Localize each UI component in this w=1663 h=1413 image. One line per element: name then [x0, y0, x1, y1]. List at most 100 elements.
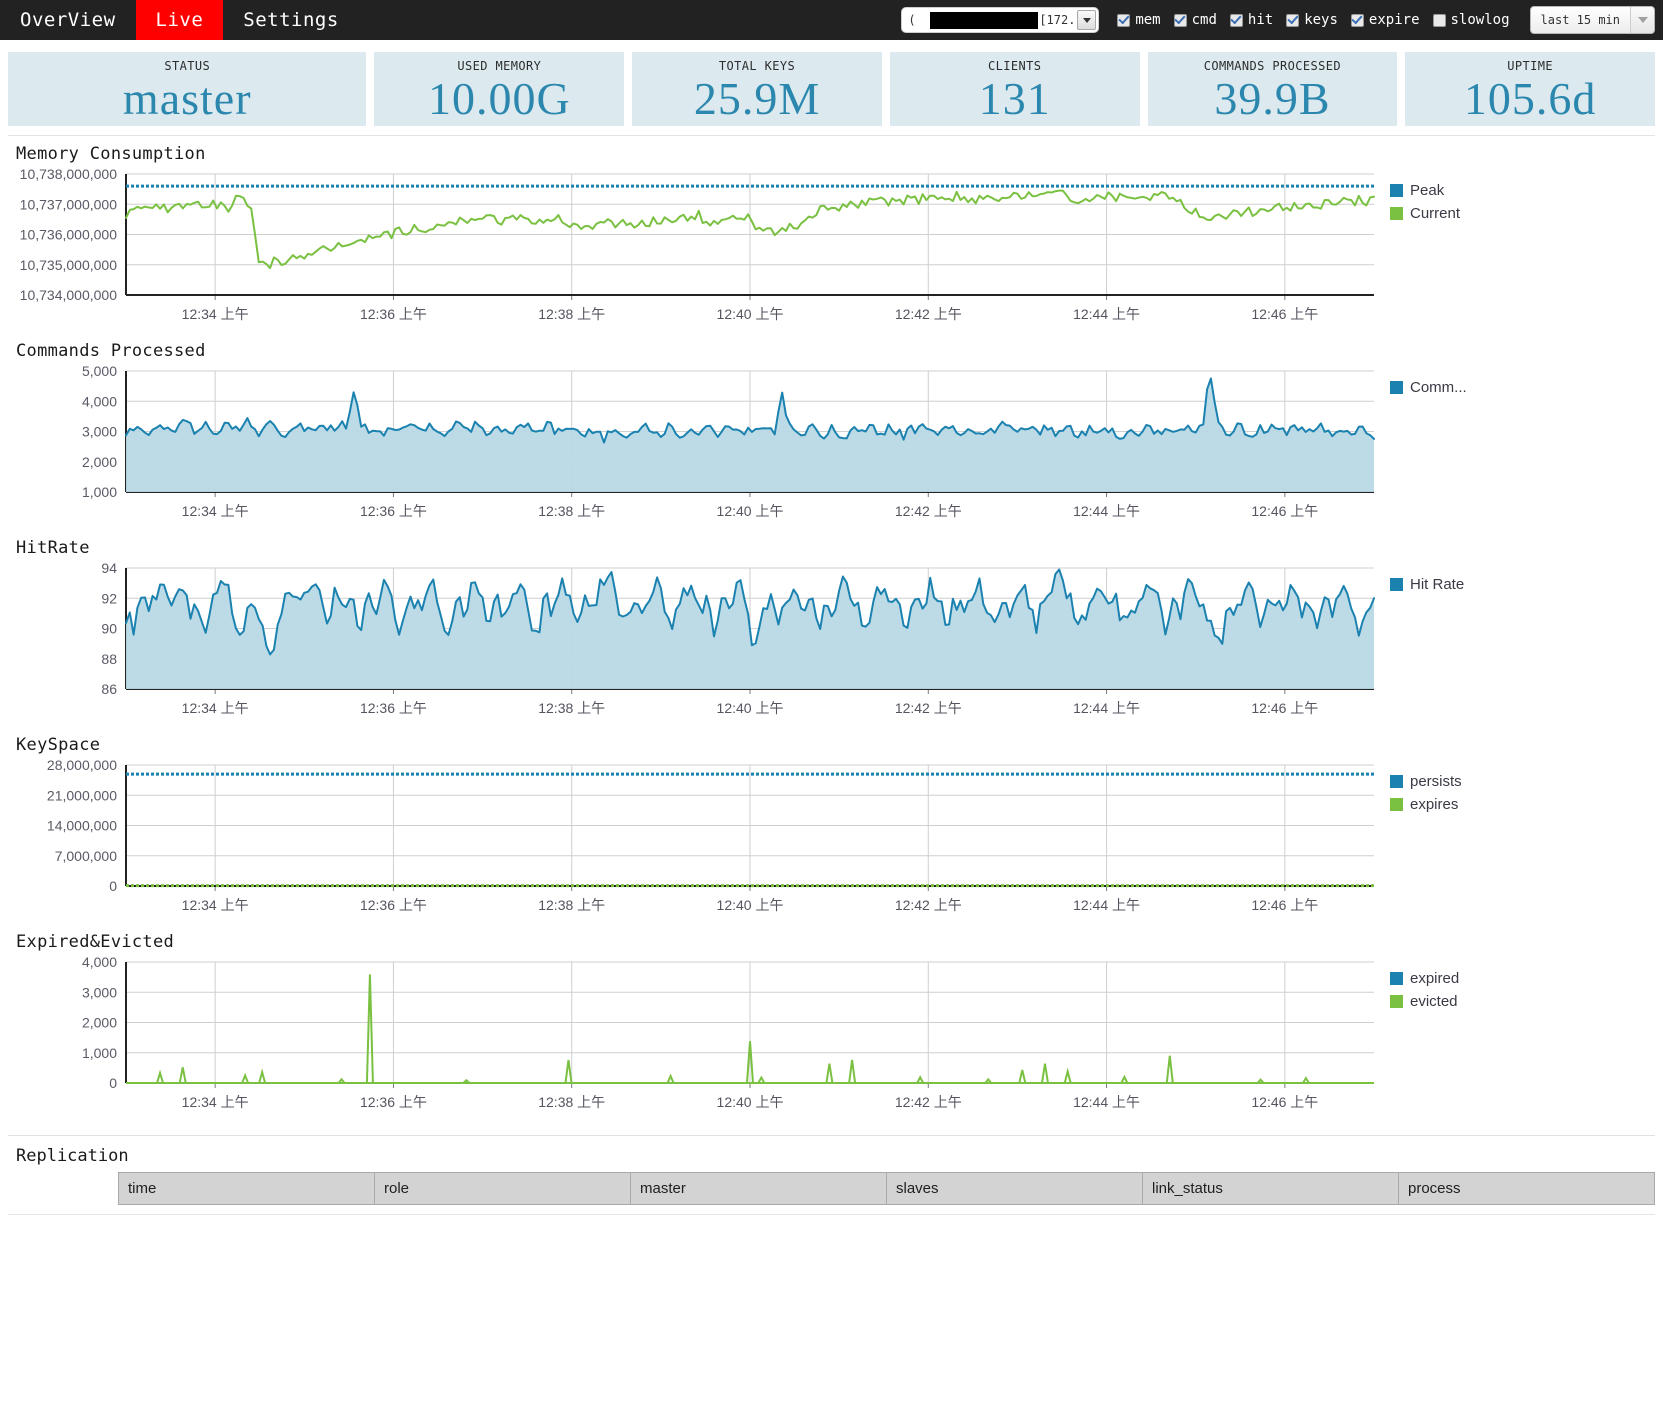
chevron-down-icon[interactable] — [1630, 7, 1654, 33]
checkbox-label-keys: keys — [1304, 12, 1338, 28]
chart-legend-memory-consumption: Peak Current — [1390, 168, 1460, 222]
svg-text:3,000: 3,000 — [82, 984, 117, 1000]
nav-item-settings[interactable]: Settings — [223, 0, 359, 40]
svg-text:12:44 上午: 12:44 上午 — [1073, 1094, 1140, 1110]
svg-text:0: 0 — [109, 878, 117, 894]
chart-title-commands-processed: Commands Processed — [16, 341, 206, 361]
svg-text:12:44 上午: 12:44 上午 — [1073, 897, 1140, 913]
chart-title-expired-evicted: Expired&Evicted — [16, 932, 175, 952]
svg-text:2,000: 2,000 — [82, 1015, 117, 1031]
legend-swatch-hit-rate — [1390, 578, 1403, 591]
column-header-role[interactable]: role — [374, 1172, 631, 1205]
top-navbar: OverView Live Settings ( [172.2 mem cmd … — [0, 0, 1663, 40]
svg-text:4,000: 4,000 — [82, 956, 117, 970]
chart-canvas-memory-consumption[interactable]: 10,734,000,000 10,735,000,000 10,736,000,0… — [8, 168, 1378, 333]
checkbox-cmd[interactable]: cmd — [1173, 12, 1217, 28]
checkbox-mem[interactable]: mem — [1117, 12, 1161, 28]
svg-text:7,000,000: 7,000,000 — [55, 848, 117, 864]
svg-text:10,737,000,000: 10,737,000,000 — [20, 196, 118, 212]
stat-value-uptime: 105.6d — [1463, 72, 1597, 122]
chart-legend-keyspace: persists expires — [1390, 759, 1462, 813]
time-range-label: last 15 min — [1540, 13, 1620, 27]
legend-item-persists[interactable]: persists — [1390, 773, 1462, 790]
chart-canvas-hitrate[interactable]: 86 88 90 92 94 12:34 上午 12:36 上午 12:38 上午 12:40 … — [8, 562, 1378, 727]
svg-text:1,000: 1,000 — [82, 1045, 117, 1061]
stat-value-used-memory: 10.00G — [427, 72, 571, 122]
nav-item-overview[interactable]: OverView — [0, 0, 136, 40]
checkbox-keys[interactable]: keys — [1286, 12, 1338, 28]
chart-canvas-commands-processed[interactable]: 1,000 2,000 3,000 4,000 5,000 12:34 上午 12:36 上… — [8, 365, 1378, 530]
legend-label-current: Current — [1410, 205, 1461, 222]
checkbox-label-cmd: cmd — [1191, 12, 1217, 28]
stat-value-clients: 131 — [978, 72, 1051, 122]
checkbox-icon-expire[interactable] — [1350, 13, 1364, 27]
chart-canvas-expired-evicted[interactable]: 0 1,000 2,000 3,000 4,000 12:34 上午 12:36 上午 12:… — [8, 956, 1378, 1121]
svg-text:12:42 上午: 12:42 上午 — [895, 700, 962, 716]
svg-text:12:46 上午: 12:46 上午 — [1251, 503, 1318, 519]
svg-text:12:46 上午: 12:46 上午 — [1251, 700, 1318, 716]
svg-text:12:40 上午: 12:40 上午 — [717, 503, 784, 519]
column-header-master[interactable]: master — [630, 1172, 887, 1205]
stat-card-total-keys: TOTAL KEYS 25.9M — [632, 52, 882, 126]
svg-text:12:38 上午: 12:38 上午 — [538, 306, 605, 322]
stats-divider — [8, 135, 1655, 136]
svg-text:21,000,000: 21,000,000 — [47, 787, 117, 803]
replication-section: Replication time role master slaves link… — [0, 1135, 1663, 1215]
svg-text:2,000: 2,000 — [82, 454, 117, 470]
replication-title: Replication — [16, 1146, 129, 1166]
chart-title-keyspace: KeySpace — [16, 735, 101, 755]
legend-item-evicted[interactable]: evicted — [1390, 993, 1459, 1010]
legend-item-peak[interactable]: Peak — [1390, 182, 1460, 199]
legend-item-commands[interactable]: Comm... — [1390, 379, 1467, 396]
svg-text:12:34 上午: 12:34 上午 — [182, 897, 249, 913]
checkbox-icon-slowlog[interactable] — [1432, 13, 1446, 27]
legend-swatch-persists — [1390, 775, 1403, 788]
checkbox-hit[interactable]: hit — [1229, 12, 1273, 28]
legend-swatch-commands — [1390, 381, 1403, 394]
time-range-select[interactable]: last 15 min — [1529, 6, 1655, 34]
column-header-process[interactable]: process — [1398, 1172, 1655, 1205]
legend-label-persists: persists — [1410, 773, 1462, 790]
legend-item-expires[interactable]: expires — [1390, 796, 1462, 813]
legend-item-hit-rate[interactable]: Hit Rate — [1390, 576, 1464, 593]
svg-text:12:40 上午: 12:40 上午 — [717, 306, 784, 322]
stat-label-status: STATUS — [164, 59, 211, 72]
chart-legend-expired-evicted: expired evicted — [1390, 956, 1459, 1010]
chart-canvas-keyspace[interactable]: 0 7,000,000 14,000,000 21,000,000 28,000,000… — [8, 759, 1378, 924]
checkbox-slowlog[interactable]: slowlog — [1432, 12, 1510, 28]
chevron-down-icon[interactable] — [1077, 10, 1097, 30]
checkbox-icon-hit[interactable] — [1229, 13, 1243, 27]
svg-text:12:38 上午: 12:38 上午 — [538, 897, 605, 913]
legend-label-peak: Peak — [1410, 182, 1445, 199]
stat-card-status: STATUS master — [8, 52, 367, 126]
svg-text:12:46 上午: 12:46 上午 — [1251, 897, 1318, 913]
chart-block-memory-consumption: Memory Consumption 10,734,000,000 10,735,… — [0, 144, 1663, 333]
column-header-link-status[interactable]: link_status — [1142, 1172, 1399, 1205]
svg-text:28,000,000: 28,000,000 — [47, 759, 117, 773]
chart-block-commands-processed: Commands Processed 1,000 2,000 3,000 4,000 5… — [0, 341, 1663, 530]
chart-legend-commands-processed: Comm... — [1390, 365, 1467, 396]
svg-text:10,738,000,000: 10,738,000,000 — [20, 168, 118, 182]
replication-bottom-rule — [8, 1214, 1655, 1215]
column-header-time[interactable]: time — [118, 1172, 375, 1205]
chart-title-hitrate: HitRate — [16, 538, 90, 558]
stat-label-used-memory: USED MEMORY — [457, 59, 542, 72]
server-select[interactable]: ( [172.2 — [901, 7, 1100, 33]
stat-value-status: master — [122, 72, 252, 122]
svg-text:12:44 上午: 12:44 上午 — [1073, 306, 1140, 322]
checkbox-icon-cmd[interactable] — [1173, 13, 1187, 27]
checkbox-expire[interactable]: expire — [1350, 12, 1420, 28]
checkbox-icon-mem[interactable] — [1117, 13, 1131, 27]
svg-text:5,000: 5,000 — [82, 365, 117, 379]
legend-label-expires: expires — [1410, 796, 1459, 813]
nav-item-live[interactable]: Live — [135, 0, 224, 40]
checkbox-icon-keys[interactable] — [1286, 13, 1300, 27]
stat-card-clients: CLIENTS 131 — [889, 52, 1140, 126]
column-header-slaves[interactable]: slaves — [886, 1172, 1143, 1205]
legend-swatch-expires — [1390, 798, 1403, 811]
svg-text:12:34 上午: 12:34 上午 — [182, 503, 249, 519]
legend-item-expired[interactable]: expired — [1390, 970, 1459, 987]
svg-text:12:44 上午: 12:44 上午 — [1073, 700, 1140, 716]
svg-text:12:36 上午: 12:36 上午 — [360, 897, 427, 913]
legend-item-current[interactable]: Current — [1390, 205, 1460, 222]
